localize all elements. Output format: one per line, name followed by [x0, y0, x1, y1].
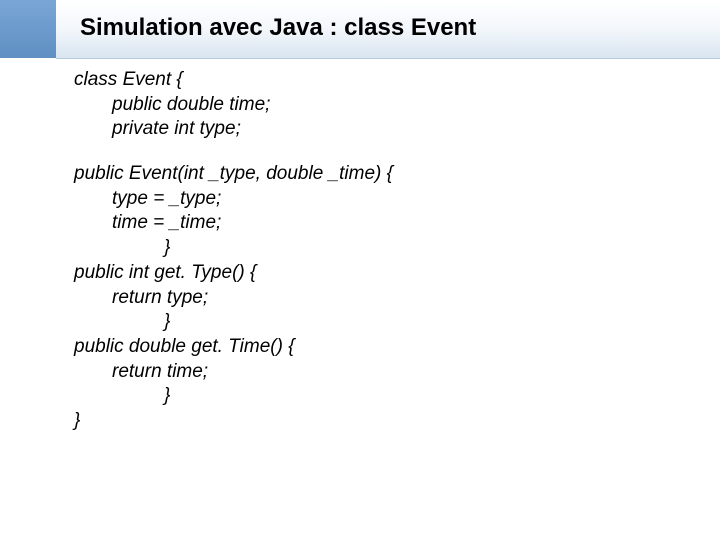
code-line: time = _time;	[74, 211, 680, 236]
code-line: public double get. Time() {	[74, 335, 680, 360]
code-line: }	[74, 236, 680, 261]
code-line: return time;	[74, 360, 680, 385]
header-accent-bar	[0, 0, 56, 58]
blank-line	[74, 142, 680, 162]
code-line: class Event {	[74, 68, 680, 93]
code-line: }	[74, 384, 680, 409]
code-block: class Event { public double time; privat…	[74, 68, 680, 434]
code-line: type = _type;	[74, 187, 680, 212]
code-line: }	[74, 409, 680, 434]
slide-title: Simulation avec Java : class Event	[80, 14, 476, 42]
slide: Simulation avec Java : class Event class…	[0, 0, 720, 540]
code-line: public Event(int _type, double _time) {	[74, 162, 680, 187]
code-line: }	[74, 310, 680, 335]
code-line: public int get. Type() {	[74, 261, 680, 286]
code-line: return type;	[74, 286, 680, 311]
code-line: public double time;	[74, 93, 680, 118]
code-line: private int type;	[74, 117, 680, 142]
